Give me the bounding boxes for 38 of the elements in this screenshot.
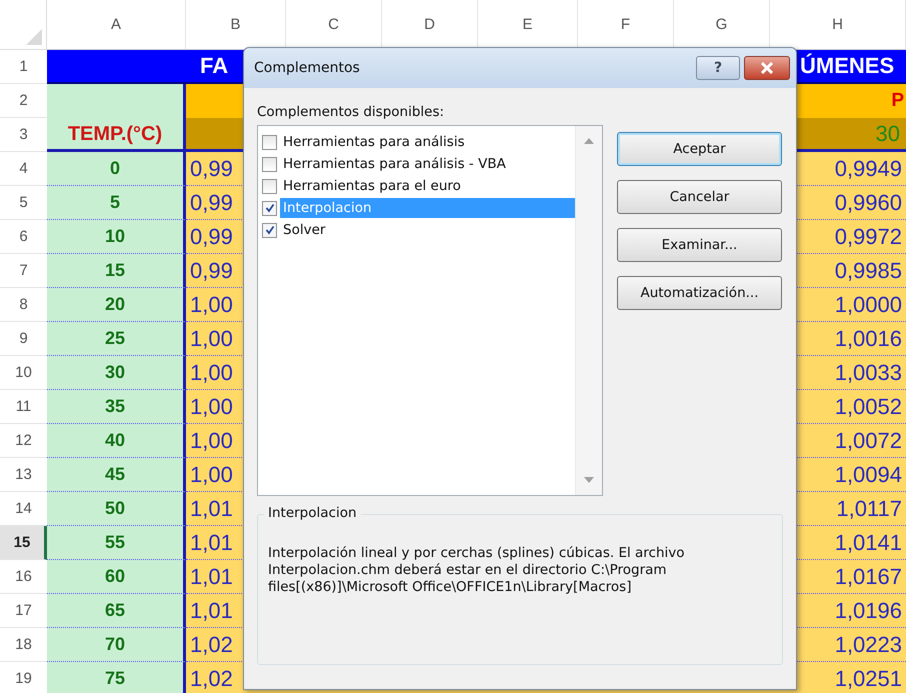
checkbox[interactable] <box>262 222 277 238</box>
table-cell: 45 <box>47 458 186 492</box>
table-cell: 65 <box>47 594 186 628</box>
table-cell: 10 <box>47 220 186 254</box>
table-cell: 55 <box>47 526 186 560</box>
column-header[interactable]: B <box>186 0 286 50</box>
table-cell: TEMP.(°C) <box>47 118 186 152</box>
table-cell: 40 <box>47 424 186 458</box>
scrollbar[interactable] <box>575 126 602 495</box>
table-cell: 25 <box>47 322 186 356</box>
list-item[interactable]: Herramientas para análisis <box>280 132 575 152</box>
checkbox[interactable] <box>262 134 277 150</box>
table-cell: 20 <box>47 288 186 322</box>
help-button[interactable]: ? <box>696 56 740 80</box>
table-cell: 70 <box>47 628 186 662</box>
table-cell: 50 <box>47 492 186 526</box>
scroll-up-icon[interactable] <box>584 138 594 144</box>
group-title: Interpolacion <box>264 505 361 521</box>
table-cell: 0 <box>47 152 186 186</box>
table-cell: 30 <box>47 356 186 390</box>
checkbox[interactable] <box>262 156 277 172</box>
table-cell: 5 <box>47 186 186 220</box>
table-cell: 15 <box>47 254 186 288</box>
row-header[interactable]: 15 <box>0 526 47 560</box>
dialog-button[interactable]: Aceptar <box>617 132 782 166</box>
table-cell: 60 <box>47 560 186 594</box>
column-header[interactable]: A <box>47 0 186 50</box>
table-cell: 75 <box>47 662 186 693</box>
checkbox[interactable] <box>262 178 277 194</box>
dialog-button[interactable]: Automatización... <box>617 276 782 310</box>
dialog-button[interactable]: Examinar... <box>617 228 782 262</box>
close-icon <box>760 62 774 74</box>
list-label: Complementos disponibles: <box>257 104 446 120</box>
checkbox[interactable] <box>262 200 277 216</box>
dialog-button[interactable]: Cancelar <box>617 180 782 214</box>
close-button[interactable] <box>744 56 790 80</box>
scroll-down-icon[interactable] <box>584 477 594 483</box>
table-cell: 35 <box>47 390 186 424</box>
